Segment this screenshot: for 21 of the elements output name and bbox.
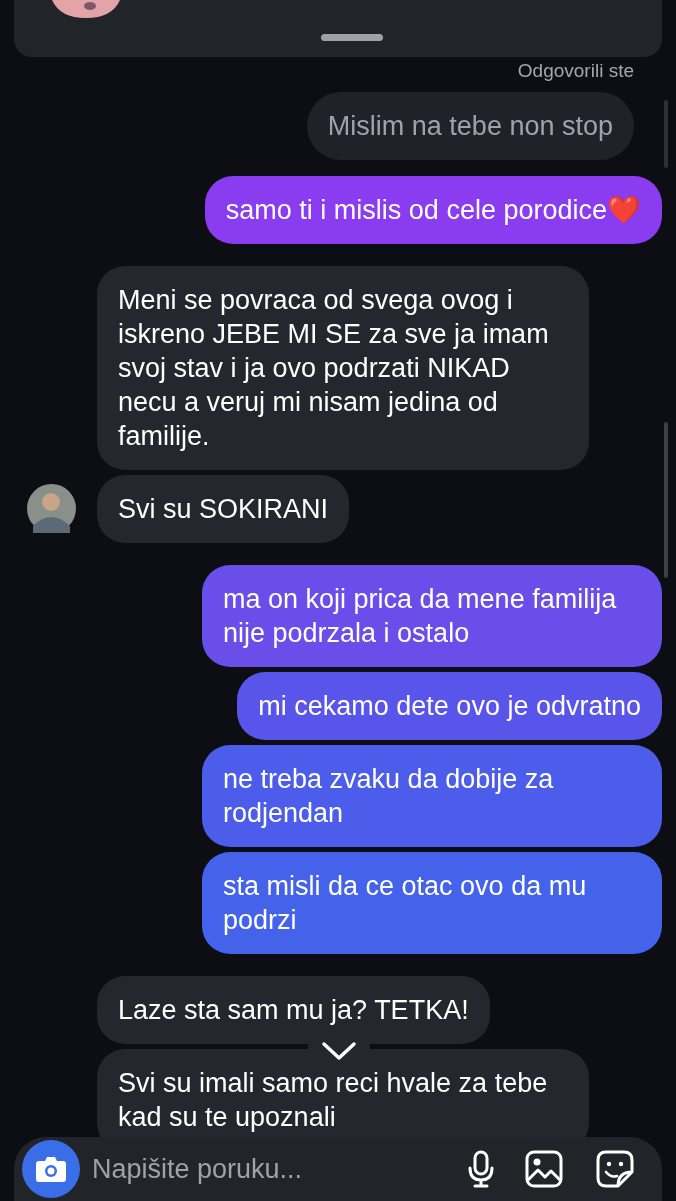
image-icon[interactable] bbox=[525, 1150, 563, 1188]
microphone-icon[interactable] bbox=[467, 1150, 495, 1188]
sticker-icon[interactable] bbox=[596, 1150, 634, 1188]
drag-handle[interactable] bbox=[321, 34, 383, 41]
chevron-down-icon bbox=[321, 1041, 357, 1061]
message-field[interactable]: Napišite poruku... bbox=[14, 1137, 662, 1201]
camera-icon bbox=[35, 1155, 67, 1183]
sent-message: sta misli da ce otac ovo da mu podrzi bbox=[202, 852, 662, 954]
sent-message: ne treba zvaku da dobije za rodjendan bbox=[202, 745, 662, 847]
sent-message: ma on koji prica da mene familija nije podrzala i ostalo bbox=[202, 565, 662, 667]
reply-label: Odgovorili ste bbox=[517, 59, 634, 83]
quoted-message: Mislim na tebe non stop bbox=[306, 92, 634, 160]
received-message: Svi su SOKIRANI bbox=[97, 475, 350, 543]
camera-button[interactable] bbox=[22, 1140, 80, 1198]
received-message: Laze sta sam mu ja? TETKA! bbox=[97, 976, 490, 1044]
sent-message: samo ti i mislis od cele porodice❤ bbox=[204, 176, 662, 244]
sent-message: mi cekamo dete ovo je odvratno bbox=[237, 672, 662, 740]
received-message: Meni se povraca od svega ovog i iskreno JEBE MI SE za sve ja imam svoj stav i ja ovo podrzati NIKAD necu a veruj mi nisam jedina od familije. bbox=[97, 266, 589, 470]
avatar[interactable] bbox=[27, 484, 76, 533]
message-input[interactable]: Napišite poruku... bbox=[92, 1148, 467, 1190]
received-message: Svi su imali samo reci hvale za tebe kad su te upoznali bbox=[97, 1049, 589, 1137]
